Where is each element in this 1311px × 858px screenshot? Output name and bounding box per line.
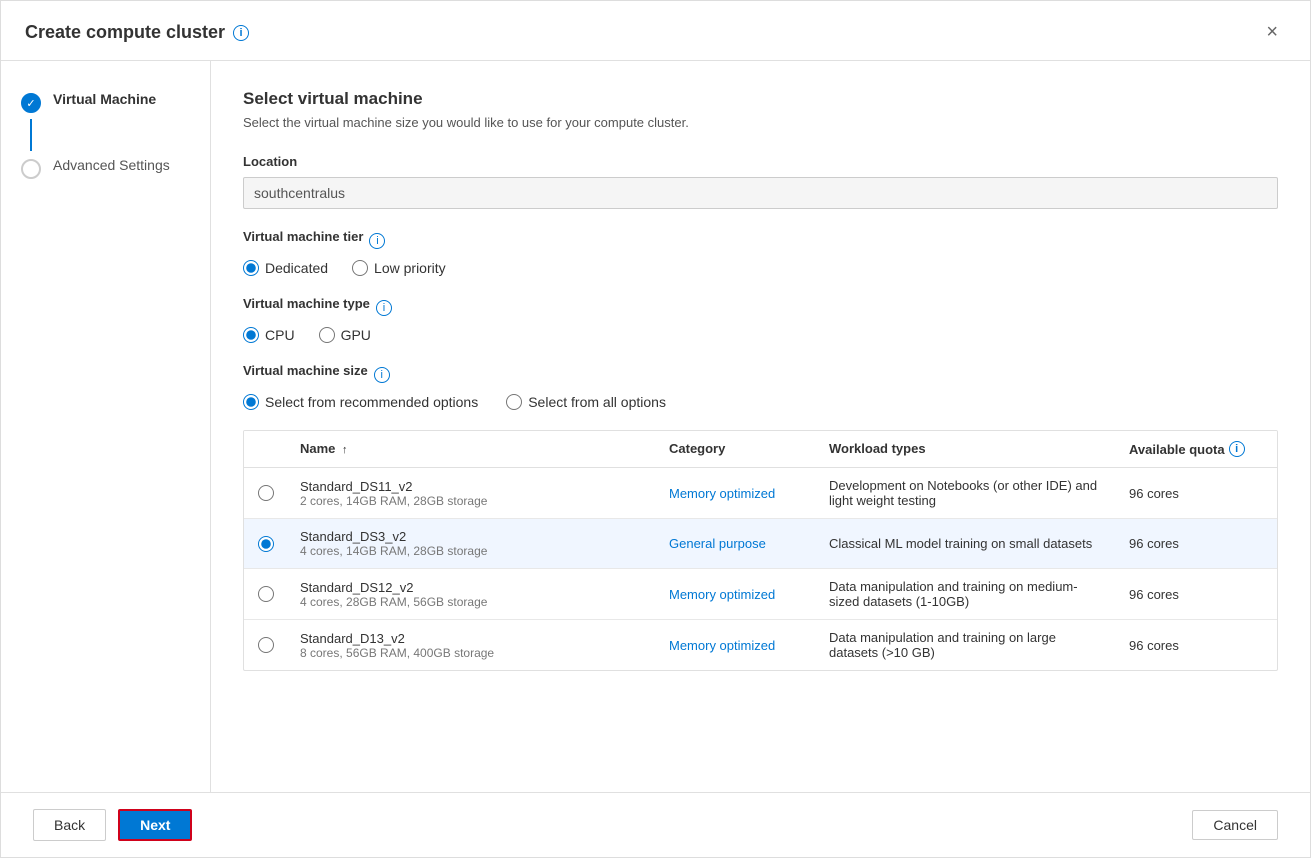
sidebar-item-advanced-settings[interactable]: Advanced Settings (21, 151, 190, 185)
row-1-category-link[interactable]: General purpose (669, 536, 766, 551)
row-2-category-link[interactable]: Memory optimized (669, 587, 775, 602)
row-2-radio[interactable] (258, 586, 274, 602)
vm-size-recommended-label: Select from recommended options (265, 394, 478, 410)
vm-type-gpu-option[interactable]: GPU (319, 327, 371, 343)
vm-tier-info-icon[interactable]: i (369, 233, 385, 249)
row-1-category: General purpose (657, 536, 817, 551)
main-content: Select virtual machine Select the virtua… (211, 61, 1310, 792)
vm-tier-dedicated-radio[interactable] (243, 260, 259, 276)
row-2-workload: Data manipulation and training on medium… (817, 579, 1117, 609)
title-info-icon[interactable]: i (233, 25, 249, 41)
dialog-footer: Back Next Cancel (1, 792, 1310, 857)
vm-tier-dedicated-option[interactable]: Dedicated (243, 260, 328, 276)
row-0-workload: Development on Notebooks (or other IDE) … (817, 478, 1117, 508)
row-1-radio[interactable] (258, 536, 274, 552)
table-header: Name ↑ Category Workload types Available… (244, 431, 1277, 468)
table-row: Standard_DS12_v2 4 cores, 28GB RAM, 56GB… (244, 569, 1277, 620)
row-2-quota: 96 cores (1117, 587, 1277, 602)
vm-type-cpu-label: CPU (265, 327, 295, 343)
row-0-category: Memory optimized (657, 486, 817, 501)
location-field-group: Location (243, 154, 1278, 209)
vm-type-radio-group: CPU GPU (243, 327, 1278, 343)
next-button[interactable]: Next (118, 809, 192, 841)
footer-left-actions: Back Next (33, 809, 192, 841)
step-circle-advanced-settings (21, 159, 41, 179)
step-circle-virtual-machine (21, 93, 41, 113)
th-category: Category (657, 441, 817, 457)
vm-type-cpu-radio[interactable] (243, 327, 259, 343)
dialog-title: Create compute cluster i (25, 22, 249, 43)
vm-size-all-option[interactable]: Select from all options (506, 394, 666, 410)
row-0-radio[interactable] (258, 485, 274, 501)
section-subtitle: Select the virtual machine size you woul… (243, 115, 1278, 130)
vm-size-field-group: Virtual machine size i Select from recom… (243, 363, 1278, 410)
quota-info-icon[interactable]: i (1229, 441, 1245, 457)
vm-tier-low-priority-radio[interactable] (352, 260, 368, 276)
th-select (244, 441, 288, 457)
vm-size-radio-group: Select from recommended options Select f… (243, 394, 1278, 410)
sidebar-item-virtual-machine[interactable]: Virtual Machine (21, 85, 190, 119)
vm-size-recommended-option[interactable]: Select from recommended options (243, 394, 478, 410)
sidebar: Virtual Machine Advanced Settings (1, 61, 211, 792)
row-0-quota: 96 cores (1117, 486, 1277, 501)
vm-size-recommended-radio[interactable] (243, 394, 259, 410)
cancel-button[interactable]: Cancel (1192, 810, 1278, 840)
vm-size-all-radio[interactable] (506, 394, 522, 410)
vm-type-gpu-label: GPU (341, 327, 371, 343)
sidebar-label-advanced-settings: Advanced Settings (53, 157, 170, 173)
row-3-name: Standard_D13_v2 8 cores, 56GB RAM, 400GB… (288, 631, 657, 660)
row-1-name: Standard_DS3_v2 4 cores, 14GB RAM, 28GB … (288, 529, 657, 558)
sidebar-label-virtual-machine: Virtual Machine (53, 91, 156, 107)
vm-tier-dedicated-label: Dedicated (265, 260, 328, 276)
location-label: Location (243, 154, 1278, 169)
vm-tier-field-group: Virtual machine tier i Dedicated Low pri… (243, 229, 1278, 276)
section-title: Select virtual machine (243, 89, 1278, 109)
row-2-category: Memory optimized (657, 587, 817, 602)
th-workload: Workload types (817, 441, 1117, 457)
row-3-workload: Data manipulation and training on large … (817, 630, 1117, 660)
vm-size-info-icon[interactable]: i (374, 367, 390, 383)
th-name[interactable]: Name ↑ (288, 441, 657, 457)
vm-type-label: Virtual machine type (243, 296, 370, 311)
sidebar-connector (30, 119, 32, 151)
vm-type-info-icon[interactable]: i (376, 300, 392, 316)
th-quota: Available quota i (1117, 441, 1277, 457)
sort-arrow-icon: ↑ (342, 444, 348, 456)
row-3-quota: 96 cores (1117, 638, 1277, 653)
row-0-category-link[interactable]: Memory optimized (669, 486, 775, 501)
vm-size-label: Virtual machine size (243, 363, 368, 378)
vm-size-all-label: Select from all options (528, 394, 666, 410)
row-1-select[interactable] (244, 536, 288, 552)
row-3-select[interactable] (244, 637, 288, 653)
vm-type-gpu-radio[interactable] (319, 327, 335, 343)
vm-tier-low-priority-label: Low priority (374, 260, 446, 276)
row-0-select[interactable] (244, 485, 288, 501)
title-text: Create compute cluster (25, 22, 225, 43)
row-1-workload: Classical ML model training on small dat… (817, 536, 1117, 551)
row-1-quota: 96 cores (1117, 536, 1277, 551)
back-button[interactable]: Back (33, 809, 106, 841)
table-row: Standard_D13_v2 8 cores, 56GB RAM, 400GB… (244, 620, 1277, 670)
row-3-radio[interactable] (258, 637, 274, 653)
location-input[interactable] (243, 177, 1278, 209)
vm-table: Name ↑ Category Workload types Available… (243, 430, 1278, 671)
row-2-select[interactable] (244, 586, 288, 602)
table-row: Standard_DS11_v2 2 cores, 14GB RAM, 28GB… (244, 468, 1277, 519)
vm-tier-radio-group: Dedicated Low priority (243, 260, 1278, 276)
vm-tier-low-priority-option[interactable]: Low priority (352, 260, 446, 276)
row-2-name: Standard_DS12_v2 4 cores, 28GB RAM, 56GB… (288, 580, 657, 609)
table-row: Standard_DS3_v2 4 cores, 14GB RAM, 28GB … (244, 519, 1277, 569)
row-3-category-link[interactable]: Memory optimized (669, 638, 775, 653)
vm-type-cpu-option[interactable]: CPU (243, 327, 295, 343)
vm-type-field-group: Virtual machine type i CPU GPU (243, 296, 1278, 343)
close-button[interactable]: × (1258, 17, 1286, 48)
row-3-category: Memory optimized (657, 638, 817, 653)
vm-tier-label: Virtual machine tier (243, 229, 363, 244)
row-0-name: Standard_DS11_v2 2 cores, 14GB RAM, 28GB… (288, 479, 657, 508)
